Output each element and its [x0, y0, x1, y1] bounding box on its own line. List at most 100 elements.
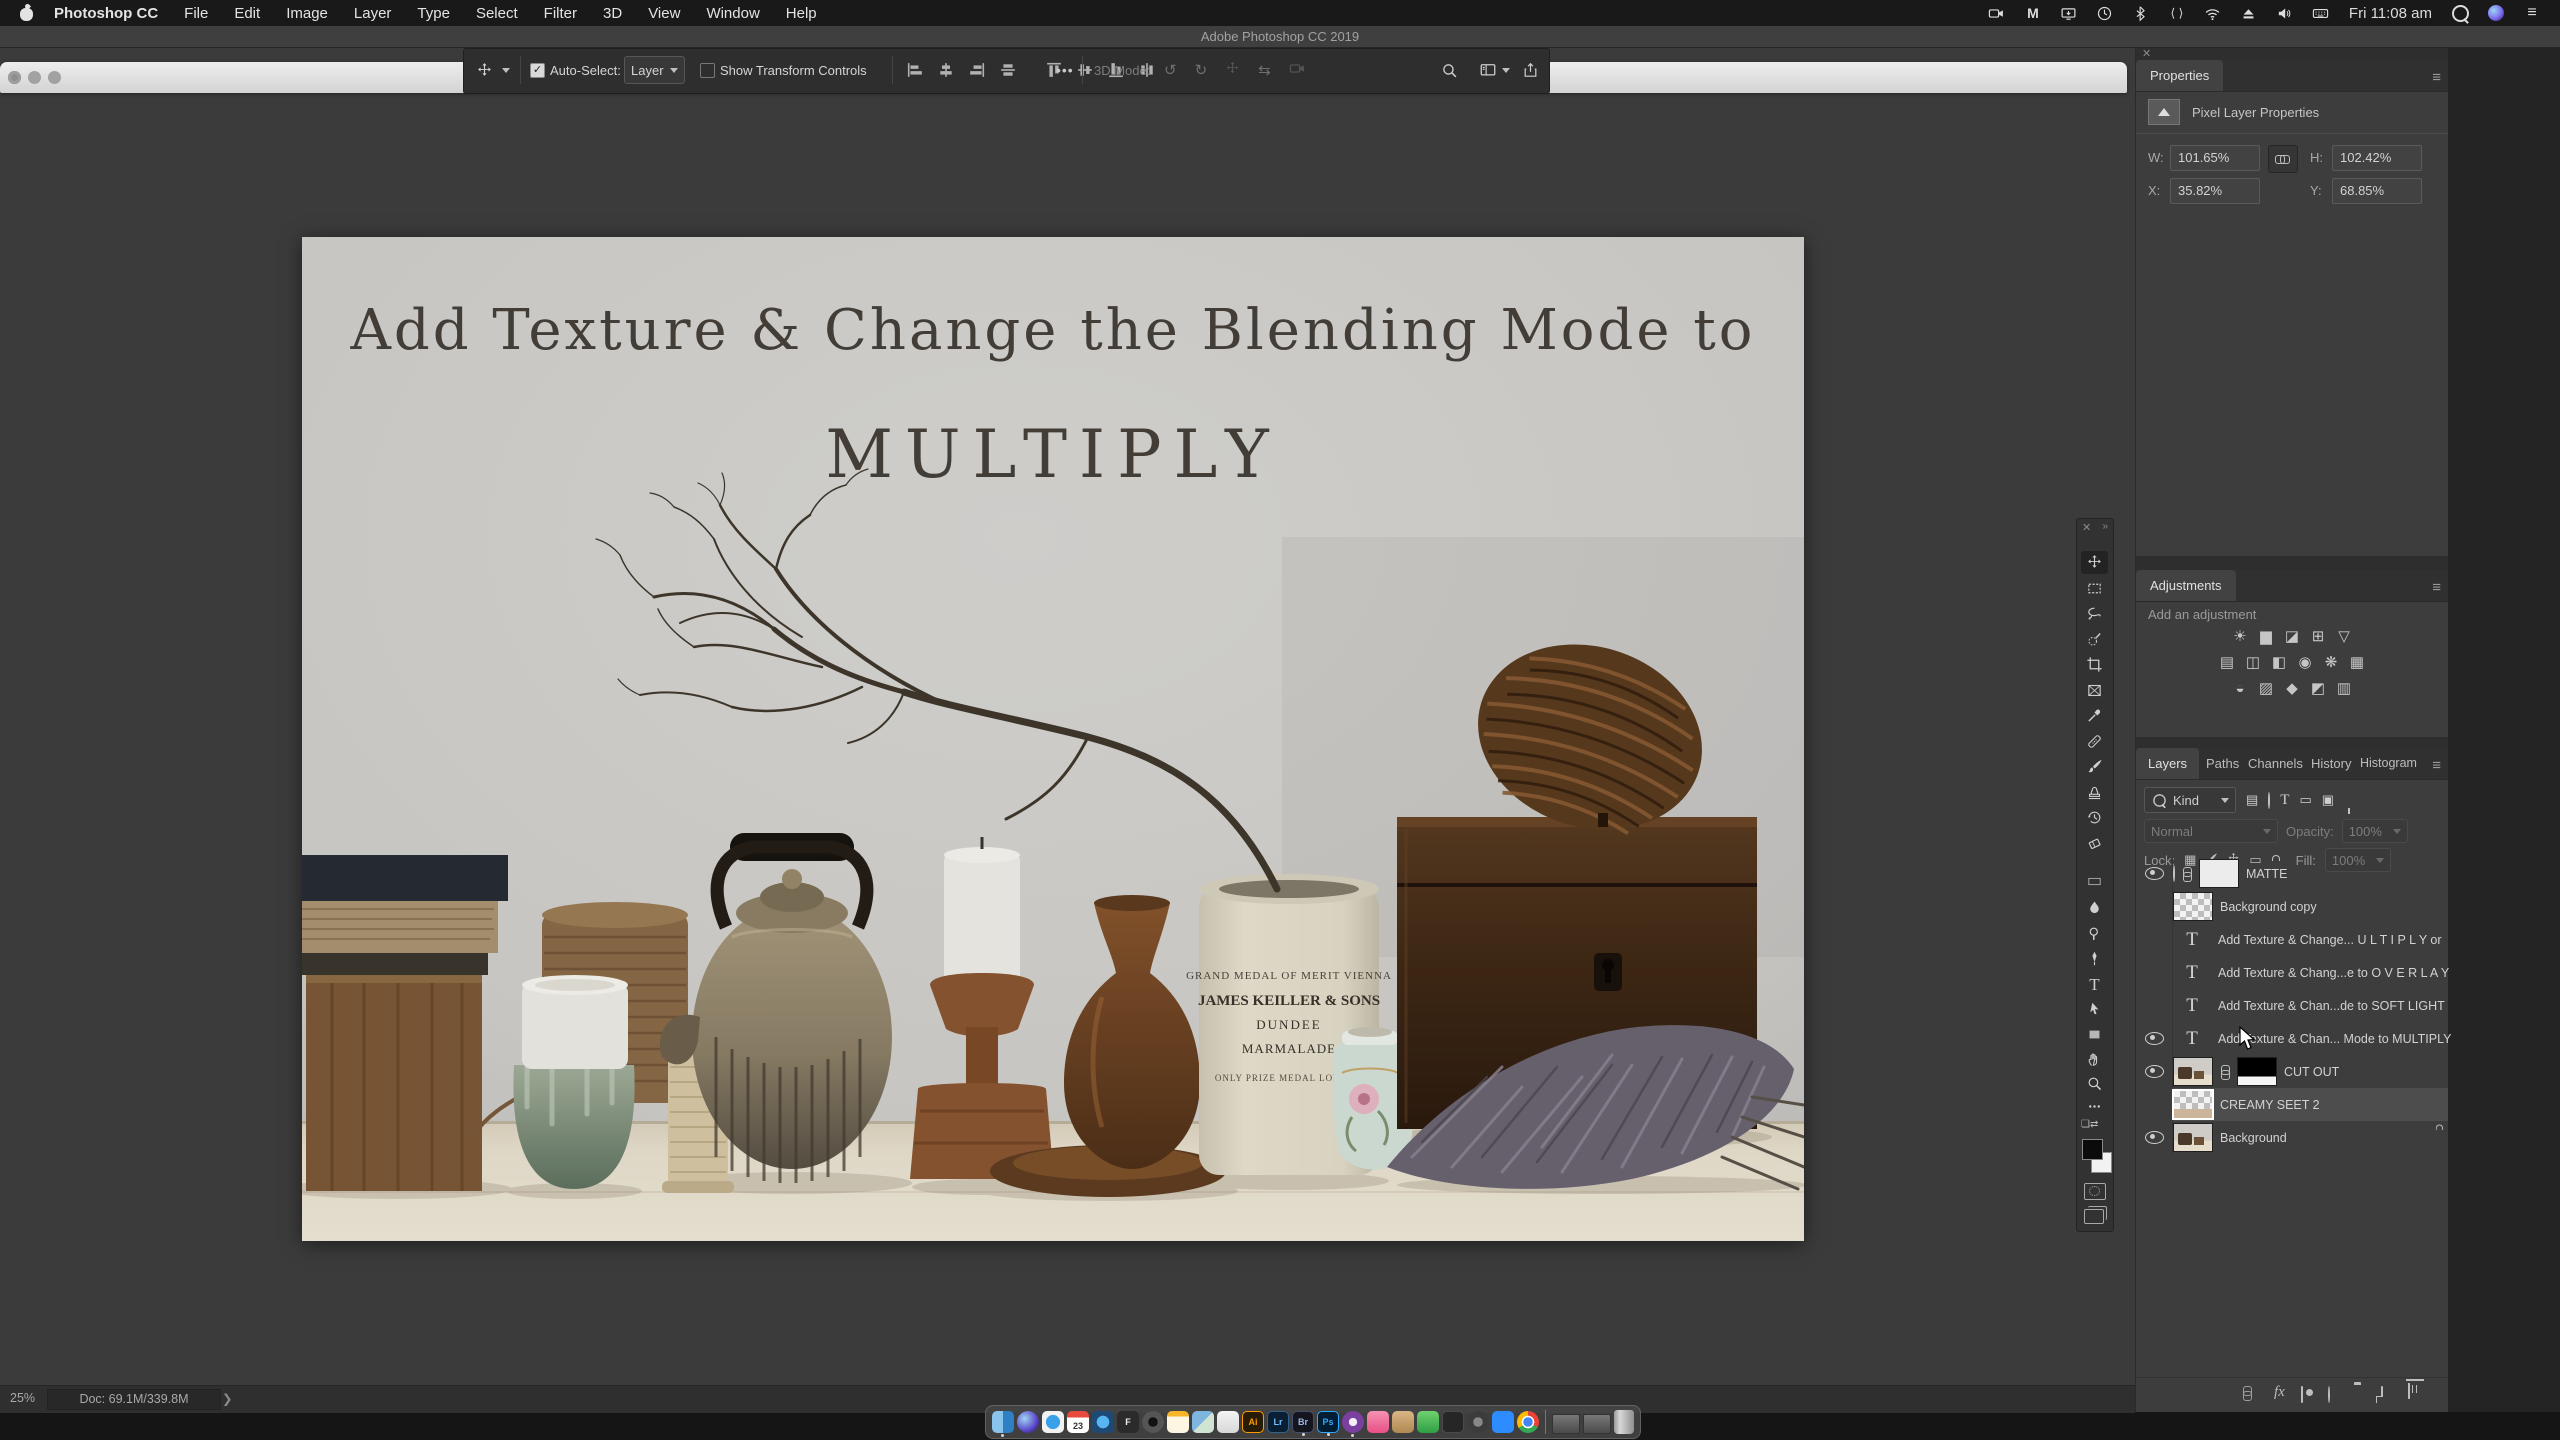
visibility-toggle[interactable] [2136, 890, 2173, 923]
layer-name[interactable]: Background copy [2220, 900, 2317, 914]
black-white-icon[interactable]: ◧ [2266, 651, 2292, 673]
visibility-toggle[interactable] [2136, 1088, 2173, 1121]
menu-select[interactable]: Select [463, 5, 531, 22]
layers-menu-icon[interactable]: ≡ [2432, 757, 2441, 774]
eyedropper-tool[interactable] [2081, 704, 2108, 727]
menu-type[interactable]: Type [404, 5, 463, 22]
3d-camera-icon[interactable] [1289, 60, 1306, 81]
type-tool[interactable]: T [2081, 973, 2108, 996]
dock-fantastical-icon[interactable]: F [1117, 1411, 1139, 1433]
apple-menu-icon[interactable] [20, 5, 33, 21]
panel-group-close-icon[interactable]: ✕ [2142, 47, 2151, 60]
dock-video-editor-icon[interactable] [1342, 1411, 1364, 1437]
layer-name[interactable]: Add Texture & Chang...e to O V E R L A Y [2218, 966, 2449, 980]
dodge-tool[interactable] [2081, 922, 2108, 945]
zoom-tool[interactable] [2081, 1072, 2108, 1095]
auto-select-checkbox[interactable]: ✓ [530, 49, 545, 91]
menu-file[interactable]: File [171, 5, 221, 22]
menu-view[interactable]: View [635, 5, 693, 22]
dock-calendar-icon[interactable]: 23 [1067, 1411, 1089, 1433]
layer-row-text-multiply-or[interactable]: T Add Texture & Change... U L T I P L Y … [2136, 923, 2448, 956]
layer-name[interactable]: CREAMY SEET 2 [2220, 1098, 2320, 1112]
layer-thumbnail[interactable] [2172, 1089, 2214, 1120]
menu-3d[interactable]: 3D [590, 5, 635, 22]
blend-mode-dropdown[interactable]: Normal [2144, 819, 2278, 843]
delete-layer-icon[interactable] [2408, 1383, 2410, 1399]
hue-saturation-icon[interactable]: ▤ [2214, 651, 2240, 673]
malwarebytes-icon[interactable]: M [2015, 0, 2051, 26]
tab-histogram[interactable]: Histogram [2352, 748, 2425, 779]
dock-pages-icon[interactable] [1217, 1411, 1239, 1433]
traffic-zoom-button[interactable] [48, 71, 61, 84]
spot-healing-tool[interactable] [2081, 730, 2108, 753]
filter-pixel-icon[interactable]: ▤ [2246, 792, 2258, 808]
traffic-minimize-button[interactable] [28, 71, 41, 84]
align-vertical-centers-icon[interactable] [997, 62, 1019, 78]
tab-layers[interactable]: Layers [2136, 748, 2200, 779]
quick-mask-icon[interactable] [2084, 1183, 2106, 1200]
volume-icon[interactable] [2267, 0, 2303, 26]
align-overflow-icon[interactable]: ••• [1056, 49, 1074, 91]
dock-aperture-icon[interactable] [1142, 1411, 1164, 1433]
exposure-icon[interactable]: ⊞ [2305, 625, 2331, 647]
dock-zoom-icon[interactable] [1492, 1411, 1514, 1433]
visibility-toggle[interactable] [2136, 1121, 2173, 1154]
traffic-close-button[interactable] [8, 71, 21, 84]
tab-properties[interactable]: Properties [2136, 60, 2224, 91]
layer-row-text-overlay[interactable]: T Add Texture & Chang...e to O V E R L A… [2136, 956, 2449, 989]
dock-illustrator-icon[interactable]: Ai [1242, 1411, 1264, 1433]
y-field[interactable]: 68.85% [2332, 178, 2422, 204]
dock-minimized-window-1[interactable] [1552, 1414, 1580, 1434]
input-source-icon[interactable] [2303, 0, 2339, 26]
crop-tool[interactable] [2081, 653, 2108, 676]
tab-adjustments[interactable]: Adjustments [2136, 570, 2236, 601]
h-field[interactable]: 102.42% [2332, 145, 2422, 171]
layer-thumbnail[interactable] [2173, 1123, 2213, 1152]
workspace-switcher[interactable] [1479, 49, 1510, 91]
dock-green-utility-icon[interactable] [1417, 1411, 1439, 1433]
align-horizontal-centers-icon[interactable] [935, 62, 957, 78]
3d-orbit-icon[interactable]: ↺ [1164, 61, 1177, 79]
menu-edit[interactable]: Edit [221, 5, 273, 22]
siri-icon[interactable] [2478, 0, 2514, 26]
selective-color-icon[interactable]: ▥ [2331, 677, 2357, 699]
visibility-toggle[interactable] [2136, 923, 2173, 956]
dock-siri-icon[interactable] [1017, 1411, 1039, 1433]
dock-photoshop-icon[interactable]: Ps [1317, 1411, 1339, 1436]
marquee-tool[interactable] [2081, 577, 2108, 600]
layer-row-cut-out[interactable]: CUT OUT [2136, 1055, 2448, 1088]
show-transform-checkbox[interactable] [700, 49, 715, 91]
foreground-color-swatch[interactable] [2082, 1139, 2103, 1160]
layer-row-matte[interactable]: MATTE [2136, 857, 2448, 890]
threshold-icon[interactable]: ◆ [2279, 677, 2305, 699]
visibility-toggle[interactable] [2136, 989, 2173, 1022]
status-chevron-icon[interactable]: ❯ [222, 1391, 232, 1406]
move-tool[interactable] [2081, 551, 2108, 574]
dock-analytics-icon[interactable] [1442, 1411, 1464, 1433]
x-field[interactable]: 35.82% [2170, 178, 2260, 204]
photo-filter-icon[interactable]: ◉ [2292, 651, 2318, 673]
frame-tool[interactable] [2081, 679, 2108, 702]
layer-mask-thumbnail[interactable] [2237, 1057, 2277, 1086]
screen-mode-icon[interactable] [2084, 1206, 2107, 1224]
color-lookup-icon[interactable]: ▦ [2344, 651, 2370, 673]
tools-collapse-icon[interactable]: » [2102, 521, 2108, 535]
distribute-vertical-icon[interactable] [1077, 59, 1093, 81]
document-canvas[interactable]: Add Texture & Change the Blending Mode t… [302, 237, 1804, 1241]
screen-record-icon[interactable] [1979, 0, 2015, 26]
layer-row-text-multiply[interactable]: T Add Texture & Chan... Mode to MULTIPLY [2136, 1022, 2451, 1055]
visibility-toggle[interactable] [2136, 1055, 2173, 1088]
hand-tool[interactable] [2081, 1048, 2108, 1071]
channel-mixer-icon[interactable]: ❋ [2318, 651, 2344, 673]
align-right-edges-icon[interactable] [966, 62, 988, 78]
auto-select-dropdown[interactable]: Layer [624, 49, 685, 91]
eject-icon[interactable] [2231, 0, 2267, 26]
brush-tool[interactable] [2081, 755, 2108, 778]
spotlight-icon[interactable] [2442, 0, 2478, 26]
dock-lightroom-icon[interactable]: Lr [1267, 1411, 1289, 1433]
layer-row-creamy-seet-2[interactable]: CREAMY SEET 2 [2136, 1088, 2448, 1121]
eraser-tool[interactable] [2081, 832, 2108, 855]
new-adjustment-layer-icon[interactable] [2328, 1386, 2330, 1403]
3d-roll-icon[interactable]: ↻ [1195, 61, 1208, 79]
menu-filter[interactable]: Filter [531, 5, 590, 22]
